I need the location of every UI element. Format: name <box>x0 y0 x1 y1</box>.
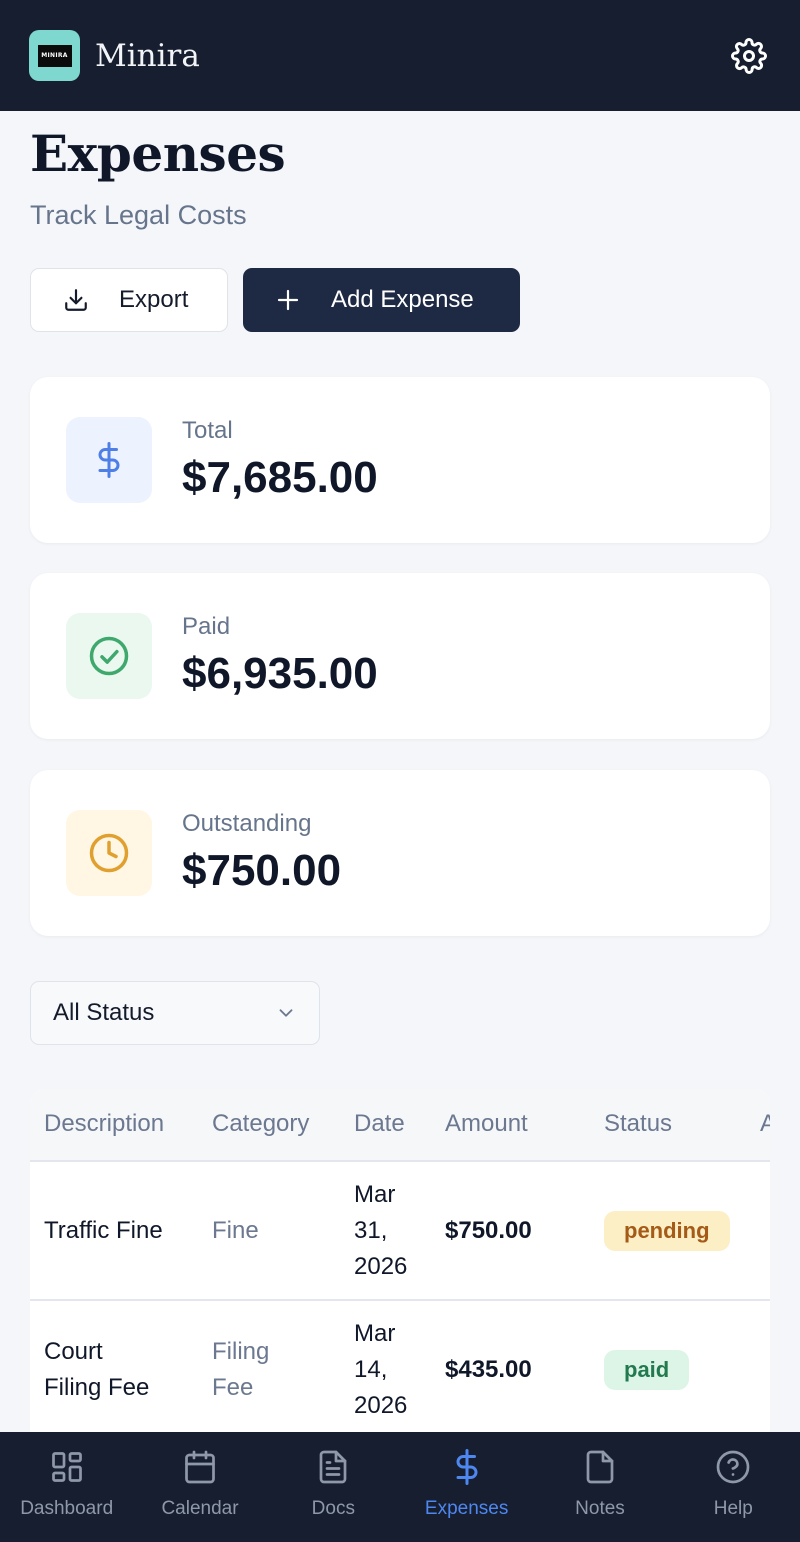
app-logo[interactable]: MINIRA <box>29 30 80 81</box>
card-icon-box <box>66 613 152 699</box>
status-filter-select[interactable]: All Status <box>30 981 320 1045</box>
cell-text: Fine <box>212 1217 259 1244</box>
nav-label: Dashboard <box>20 1498 114 1519</box>
cell-text: 14, <box>354 1356 388 1383</box>
card-icon-box <box>66 810 152 896</box>
summary-card-paid: Paid $6,935.00 <box>30 573 770 739</box>
card-value: $750.00 <box>182 846 342 895</box>
help-icon <box>714 1448 752 1486</box>
column-header-category[interactable]: Category <box>212 1110 309 1138</box>
logo-wordmark: MINIRA <box>37 44 72 67</box>
chevron-down-icon <box>275 1002 297 1024</box>
status-badge: paid <box>604 1350 690 1390</box>
cell-date: Mar 31, 2026 <box>354 1177 407 1285</box>
column-header-amount[interactable]: Amount <box>445 1110 528 1138</box>
card-icon-box <box>66 417 152 503</box>
export-label: Export <box>119 286 189 313</box>
status-filter-value: All Status <box>53 999 155 1026</box>
clock-icon <box>89 833 129 873</box>
nav-label: Expenses <box>424 1498 509 1519</box>
column-header-status[interactable]: Status <box>604 1110 672 1138</box>
card-label: Paid <box>182 613 231 640</box>
app-name: Minira <box>95 37 200 74</box>
app-header: MINIRA Minira <box>0 0 800 111</box>
add-expense-label: Add Expense <box>331 286 474 313</box>
document-icon <box>314 1448 352 1486</box>
status-badge: pending <box>604 1211 730 1251</box>
nav-label: Help <box>713 1498 753 1519</box>
nav-label: Notes <box>575 1498 625 1519</box>
nav-item-docs[interactable]: Docs <box>267 1432 400 1542</box>
cell-category: Fine <box>212 1213 259 1249</box>
card-label: Outstanding <box>182 810 312 837</box>
bottom-nav: Dashboard Calendar Docs Expenses Notes H… <box>0 1432 800 1542</box>
table-header: Description Category Date Amount Status … <box>30 1089 770 1162</box>
cell-date: Mar 14, 2026 <box>354 1316 407 1424</box>
calendar-icon <box>181 1448 219 1486</box>
check-circle-icon <box>89 636 129 676</box>
cell-text: Court <box>44 1338 103 1365</box>
gear-icon <box>731 37 767 74</box>
note-icon <box>581 1448 619 1486</box>
column-header-actions[interactable]: A <box>760 1110 770 1138</box>
card-label: Total <box>182 417 233 444</box>
table-row[interactable]: Court Filing Fee Filing Fee Mar 14, 2026… <box>30 1301 770 1434</box>
export-button[interactable]: Export <box>30 268 228 332</box>
cell-text: Fee <box>212 1374 254 1401</box>
cell-description: Court Filing Fee <box>44 1334 149 1406</box>
nav-label: Calendar <box>161 1498 239 1519</box>
cell-text: Mar <box>354 1320 396 1347</box>
cell-text: 2026 <box>354 1392 408 1419</box>
nav-item-help[interactable]: Help <box>667 1432 800 1542</box>
download-icon <box>63 287 89 313</box>
summary-card-outstanding: Outstanding $750.00 <box>30 770 770 936</box>
dollar-icon <box>98 442 120 478</box>
nav-item-notes[interactable]: Notes <box>533 1432 666 1542</box>
summary-card-total: Total $7,685.00 <box>30 377 770 543</box>
settings-button[interactable] <box>727 34 771 78</box>
cell-description: Traffic Fine <box>44 1213 163 1249</box>
page-title: Expenses <box>30 124 286 183</box>
nav-item-dashboard[interactable]: Dashboard <box>0 1432 133 1542</box>
cell-text: Filing Fee <box>44 1374 150 1401</box>
nav-item-calendar[interactable]: Calendar <box>133 1432 266 1542</box>
plus-icon <box>275 287 301 313</box>
card-value: $6,935.00 <box>182 649 378 698</box>
cell-amount: $435.00 <box>445 1356 532 1383</box>
cell-text: Traffic Fine <box>44 1217 163 1244</box>
dollar-icon <box>448 1448 486 1486</box>
cell-text: 2026 <box>354 1253 408 1280</box>
add-expense-button[interactable]: Add Expense <box>243 268 520 332</box>
column-header-description[interactable]: Description <box>44 1110 164 1138</box>
expenses-table: Description Category Date Amount Status … <box>30 1089 770 1434</box>
cell-category: Filing Fee <box>212 1334 269 1406</box>
column-header-date[interactable]: Date <box>354 1110 405 1138</box>
nav-label: Docs <box>311 1498 355 1519</box>
cell-text: 31, <box>354 1217 388 1244</box>
dashboard-icon <box>48 1448 86 1486</box>
cell-amount: $750.00 <box>445 1217 532 1244</box>
page-subtitle: Track Legal Costs <box>30 200 247 230</box>
card-value: $7,685.00 <box>182 453 378 502</box>
cell-text: Mar <box>354 1181 396 1208</box>
cell-text: Filing <box>212 1338 270 1365</box>
nav-item-expenses[interactable]: Expenses <box>400 1432 533 1542</box>
table-row[interactable]: Traffic Fine Fine Mar 31, 2026 $750.00 p… <box>30 1162 770 1301</box>
